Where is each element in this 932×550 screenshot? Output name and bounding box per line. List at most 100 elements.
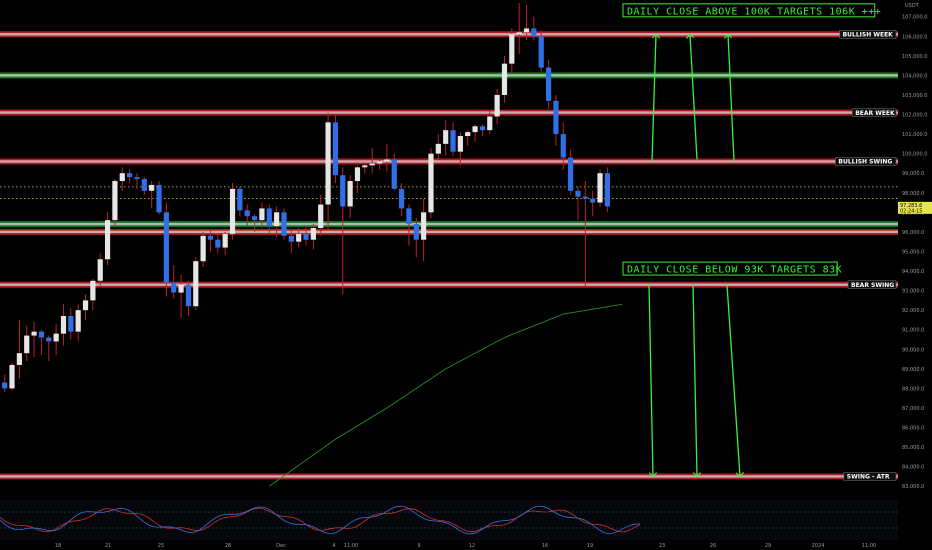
time-tick-label: 12	[469, 543, 475, 549]
candle-body	[60, 316, 67, 334]
candle-body	[531, 28, 537, 37]
candle-body	[310, 227, 316, 240]
candle-body	[568, 157, 574, 191]
annotation-text: DAILY CLOSE BELOW 93K TARGETS 83K	[627, 265, 842, 276]
level-core	[0, 230, 898, 234]
candle-body	[575, 190, 581, 197]
candle-body	[376, 161, 383, 164]
candle-body	[398, 188, 405, 209]
candle-body	[185, 284, 192, 307]
price-tick-label: 104,000.0	[902, 73, 927, 79]
candle-body	[332, 122, 339, 176]
candle-body	[75, 310, 81, 332]
candle-body	[318, 204, 324, 228]
level-label: BULLISH WEEK	[843, 32, 894, 39]
price-tick-label: 85,000.0	[902, 445, 924, 451]
candle-body	[545, 67, 552, 101]
time-tick-label: 4	[332, 543, 335, 549]
time-tick-label: 29	[765, 543, 771, 549]
candle-body	[112, 181, 118, 221]
time-tick-label: 18	[55, 543, 61, 549]
current-price-countdown: 02:24:15	[900, 208, 922, 214]
candle-body	[38, 331, 45, 338]
candle-body	[347, 181, 353, 207]
candle-body	[369, 163, 375, 166]
candle-body	[2, 382, 8, 389]
price-tick-label: 94,000.0	[902, 269, 924, 275]
candle-body	[215, 239, 221, 248]
candle-body	[127, 173, 133, 178]
candle-body	[340, 175, 346, 207]
candle-body	[237, 188, 243, 211]
price-tick-label: 96,000.0	[902, 230, 924, 236]
candle-body	[472, 126, 478, 133]
candle-body	[24, 335, 30, 354]
candle-body	[97, 259, 103, 281]
price-tick-label: 98,000.0	[902, 191, 924, 197]
level-label: BEAR SWING	[851, 282, 894, 289]
candle-body	[134, 177, 140, 180]
candle-body	[538, 36, 544, 68]
candle-body	[16, 353, 22, 365]
candle-body	[82, 300, 89, 311]
candle-body	[229, 188, 236, 234]
price-tick-label: 91,000.0	[902, 328, 924, 334]
candle-body	[604, 173, 610, 207]
time-tick-label: 19	[587, 543, 593, 549]
candle-body	[354, 167, 361, 182]
price-chart[interactable]: BULLISH WEEK BEAR WEEK BULLISH SWING BEAR S…	[0, 0, 932, 550]
price-tick-label: 99,000.0	[902, 171, 924, 177]
time-tick-label: 28	[225, 543, 231, 549]
candle-body	[465, 132, 471, 137]
candle-body	[171, 282, 177, 293]
candle-body	[53, 333, 59, 342]
price-tick-label: 90,000.0	[902, 347, 924, 353]
oscillator-pane	[0, 500, 898, 540]
candle-body	[193, 261, 199, 307]
price-tick-label: 102,000.0	[902, 113, 927, 119]
candle-body	[391, 159, 397, 189]
candle-body	[288, 235, 294, 242]
candle-body	[590, 198, 596, 203]
candle-body	[303, 233, 309, 240]
price-axis[interactable]: USDT 83,000.0 84,000.0 85,000.0 86,000.0 87,…	[898, 0, 932, 550]
candle-body	[553, 100, 559, 135]
candle-body	[325, 122, 331, 205]
candle-body	[494, 94, 500, 117]
candle-body	[156, 184, 162, 213]
price-tick-label: 100,000.0	[902, 152, 927, 158]
time-tick-label: 9	[417, 543, 420, 549]
price-tick-label: 95,000.0	[902, 249, 924, 255]
candle-body	[435, 143, 441, 154]
level-core	[0, 33, 898, 36]
candle-body	[163, 212, 169, 283]
candle-body	[149, 184, 155, 191]
candle-body	[68, 316, 74, 332]
candle-body	[450, 130, 456, 152]
price-tick-label: 105,000.0	[902, 54, 927, 60]
candle-body	[259, 208, 265, 221]
candle-body	[274, 212, 280, 227]
candle-body	[222, 233, 228, 248]
time-tick-label: 21	[105, 543, 111, 549]
candle-body	[9, 364, 15, 389]
price-tick-label: 92,000.0	[902, 308, 924, 314]
candle-body	[479, 126, 486, 131]
price-tick-label: 103,000.0	[902, 93, 927, 99]
candle-body	[421, 212, 427, 240]
level-label: SWING - ATR	[847, 474, 890, 481]
price-tick-label: 88,000.0	[902, 386, 924, 392]
candle-body	[296, 233, 302, 242]
candle-body	[413, 224, 419, 240]
price-tick-label: 86,000.0	[902, 426, 924, 432]
price-tick-label: 89,000.0	[902, 367, 924, 373]
price-tick-label: 101,000.0	[902, 132, 927, 138]
annotation-text: DAILY CLOSE ABOVE 100K TARGETS 106K +++	[627, 6, 881, 17]
candle-body	[487, 116, 493, 131]
price-tick-label: 83,000.0	[902, 484, 924, 490]
candle-body	[582, 196, 588, 199]
candle-body	[104, 220, 111, 260]
level-core	[0, 160, 898, 163]
level-label: BULLISH SWING	[838, 159, 892, 166]
candle-body	[200, 235, 206, 262]
